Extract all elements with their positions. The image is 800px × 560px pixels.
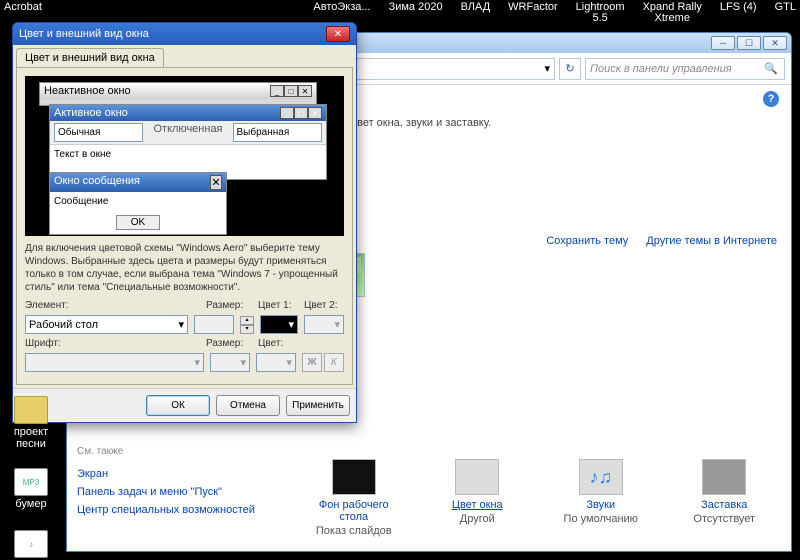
bottom-screensaver[interactable]: ЗаставкаОтсутствует xyxy=(678,459,772,537)
tb-item[interactable]: ВЛАД xyxy=(461,2,491,24)
desktop-file[interactable]: ♪ xyxy=(8,530,54,560)
element-select[interactable]: Рабочий стол▾ xyxy=(25,315,188,334)
size-spinner xyxy=(194,315,234,334)
dlg-title: Цвет и внешний вид окна xyxy=(19,28,326,40)
tb-item[interactable]: GTL xyxy=(775,2,796,24)
font-color-select: ▾ xyxy=(256,353,296,372)
bottom-desktop-bg[interactable]: Фон рабочего столаПоказ слайдов xyxy=(307,459,401,537)
close-button[interactable]: ✕ xyxy=(326,26,350,42)
tb-item[interactable]: Lightroom 5.5 xyxy=(576,2,625,24)
desktop-folder[interactable]: проект песни xyxy=(8,396,54,450)
minimize-button[interactable]: ─ xyxy=(711,36,735,50)
refresh-button[interactable]: ↻ xyxy=(559,58,581,80)
maximize-button[interactable]: ☐ xyxy=(737,36,761,50)
tb-item[interactable]: Xpand Rally Xtreme xyxy=(643,2,702,24)
tab-appearance[interactable]: Цвет и внешний вид окна xyxy=(16,48,164,67)
dlg-description: Для включения цветовой схемы "Windows Ae… xyxy=(25,242,344,294)
search-icon: 🔍 xyxy=(762,62,780,75)
search-input[interactable]: Поиск в панели управления 🔍 xyxy=(585,58,785,80)
file-icon: ♪ xyxy=(14,530,48,558)
preview-area: Неактивное окно _□✕ Активное окно _□✕ Об… xyxy=(25,76,344,236)
font-size-select: ▾ xyxy=(210,353,250,372)
tb-item[interactable]: АвтоЭкза... xyxy=(313,2,370,24)
bottom-sounds[interactable]: ♪♫ЗвукиПо умолчанию xyxy=(554,459,648,537)
dlg-titlebar[interactable]: Цвет и внешний вид окна ✕ xyxy=(13,23,356,45)
sidebar-link[interactable]: Панель задач и меню "Пуск" xyxy=(77,483,257,501)
desktop-mp3[interactable]: MP3 бумер xyxy=(8,468,54,510)
tb-item[interactable]: Зима 2020 xyxy=(389,2,443,24)
save-theme-link[interactable]: Сохранить тему xyxy=(546,235,628,247)
italic-button: К xyxy=(324,353,344,372)
tb-item[interactable]: LFS (4) xyxy=(720,2,757,24)
cancel-button[interactable]: Отмена xyxy=(216,395,280,416)
sidebar-link[interactable]: Экран xyxy=(77,465,257,483)
close-button[interactable]: ✕ xyxy=(763,36,787,50)
tb-item[interactable]: WRFactor xyxy=(508,2,558,24)
color2-select: ▾ xyxy=(304,315,344,334)
help-icon[interactable]: ? xyxy=(763,91,779,107)
color1-select[interactable]: ▾ xyxy=(260,315,298,334)
bottom-window-color[interactable]: Цвет окнаДругой xyxy=(431,459,525,537)
more-themes-link[interactable]: Другие темы в Интернете xyxy=(646,235,777,247)
folder-icon xyxy=(14,396,48,424)
ok-button[interactable]: ОК xyxy=(146,395,210,416)
apply-button[interactable]: Применить xyxy=(286,395,350,416)
font-select: ▾ xyxy=(25,353,204,372)
mp3-icon: MP3 xyxy=(14,468,48,496)
sidebar: См. также Экран Панель задач и меню "Пус… xyxy=(77,443,257,519)
tb-item[interactable]: Acrobat xyxy=(4,2,42,24)
sidebar-link[interactable]: Центр специальных возможностей xyxy=(77,501,257,519)
color-appearance-dialog: Цвет и внешний вид окна ✕ Цвет и внешний… xyxy=(12,22,357,423)
bold-button: Ж xyxy=(302,353,322,372)
